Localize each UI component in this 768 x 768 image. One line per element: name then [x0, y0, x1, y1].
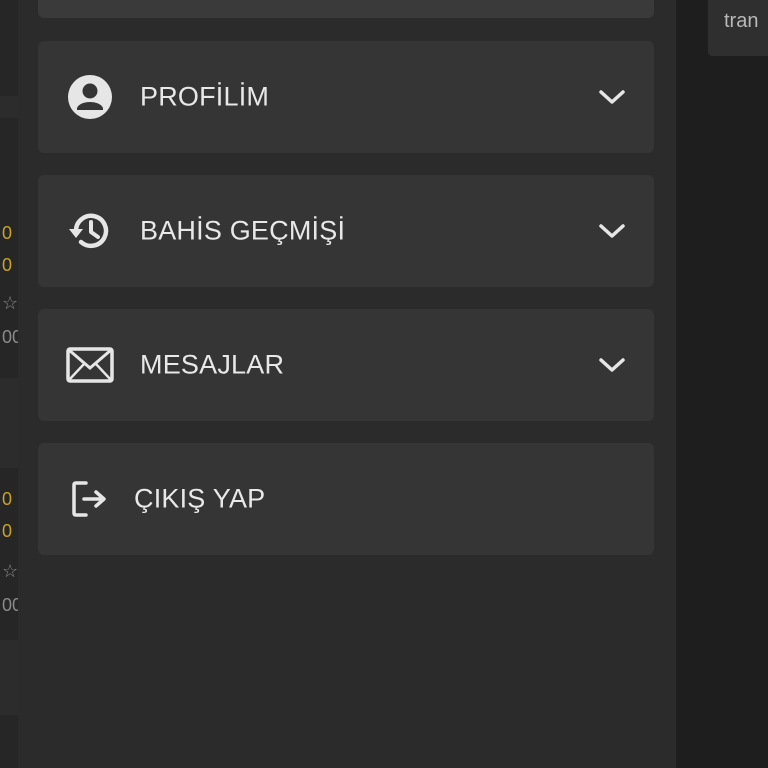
background-odds-fragment: 0 — [2, 521, 13, 541]
background-band — [0, 640, 18, 715]
menu-item-profile[interactable]: PROFİLİM — [38, 41, 654, 153]
envelope-icon — [66, 341, 114, 389]
menu-item-bet-history[interactable]: BAHİS GEÇMİŞİ — [38, 175, 654, 287]
menu-item-label: ÇIKIŞ YAP — [134, 483, 266, 514]
menu-item-label: MESAJLAR — [140, 349, 285, 380]
background-band — [0, 96, 18, 118]
menu-item-messages[interactable]: MESAJLAR — [38, 309, 654, 421]
background-odds-fragment: 00 — [2, 327, 18, 347]
background-odds-fragment: 00 — [2, 595, 18, 615]
background-content-left: 0 0 ☆ 00 0 0 ☆ 00 — [0, 0, 18, 768]
background-odds-fragment: 0 — [2, 223, 13, 243]
background-band — [0, 378, 18, 468]
background-card: tran — [708, 0, 768, 56]
background-star-icon: ☆ — [2, 293, 18, 313]
chevron-down-icon[interactable] — [596, 215, 628, 247]
menu-item-logout[interactable]: ÇIKIŞ YAP — [38, 443, 654, 555]
chevron-down-icon[interactable] — [596, 349, 628, 381]
side-drawer-menu: PROFİLİM BAHİS GEÇMİŞİ MESAJLAR ÇIKIŞ YA… — [18, 0, 676, 768]
menu-item-partial[interactable] — [38, 0, 654, 18]
history-icon — [66, 207, 114, 255]
menu-item-label: BAHİS GEÇMİŞİ — [140, 215, 346, 246]
chevron-down-icon[interactable] — [596, 81, 628, 113]
background-card-text: tran — [724, 10, 759, 32]
page: 0 0 ☆ 00 0 0 ☆ 00 PROFİLİM BAHİS GEÇMİŞİ… — [0, 0, 768, 768]
logout-icon — [66, 475, 114, 523]
account-circle-icon — [66, 73, 114, 121]
menu-item-label: PROFİLİM — [140, 81, 270, 112]
background-content-right: tran — [676, 0, 768, 768]
background-odds-fragment: 0 — [2, 489, 13, 509]
background-odds-fragment: 0 — [2, 255, 13, 275]
background-star-icon: ☆ — [2, 561, 18, 581]
